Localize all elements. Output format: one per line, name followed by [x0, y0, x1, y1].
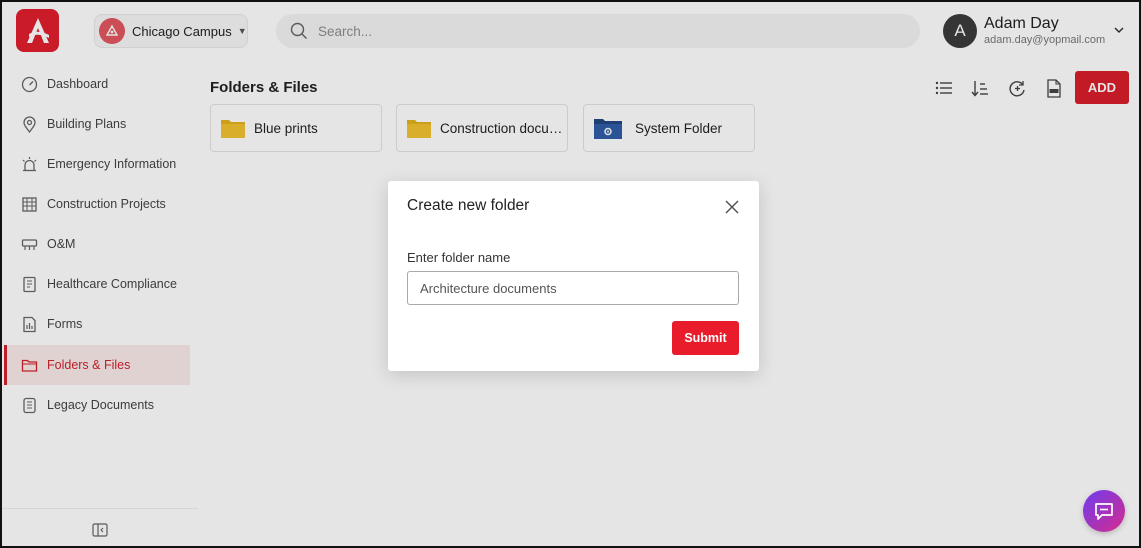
dialog-title: Create new folder: [407, 197, 530, 214]
folder-name-label: Enter folder name: [407, 250, 511, 265]
close-icon[interactable]: [723, 198, 741, 216]
folder-name-input[interactable]: [407, 271, 739, 305]
chat-icon: [1095, 503, 1113, 520]
chat-support-button[interactable]: [1083, 490, 1125, 532]
app-frame: Chicago Campus ▼ A Adam Day adam.day@yop…: [0, 0, 1141, 548]
create-folder-dialog: Create new folder Enter folder name Subm…: [388, 181, 759, 371]
submit-button[interactable]: Submit: [672, 321, 739, 355]
